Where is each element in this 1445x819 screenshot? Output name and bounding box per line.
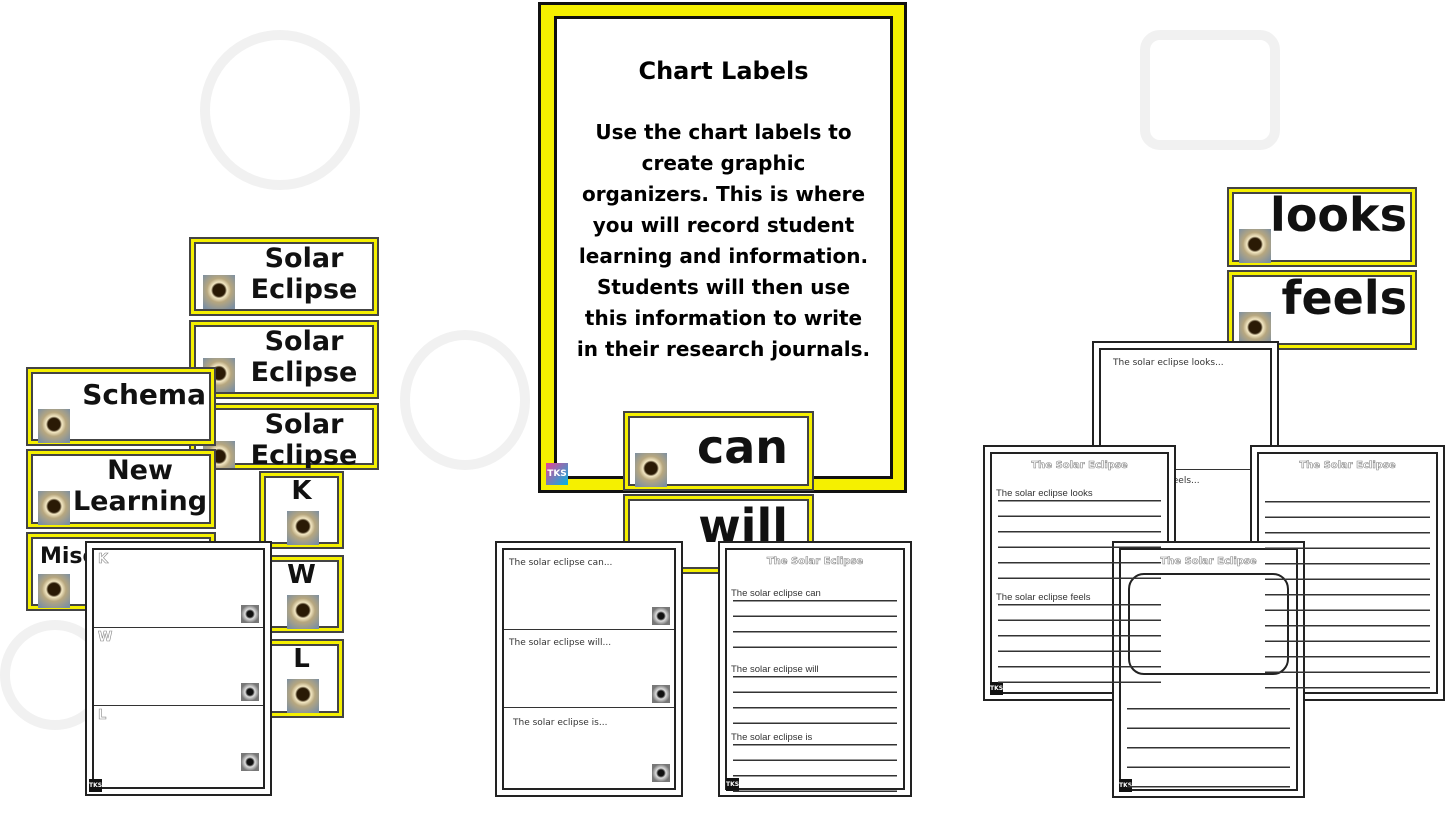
journal-prompt: The solar eclipse will bbox=[731, 664, 819, 675]
label-card-solar-eclipse: Solar Eclipse bbox=[189, 403, 379, 470]
writing-lines bbox=[1127, 690, 1290, 788]
background-doodle bbox=[400, 330, 530, 470]
draw-and-write-journal-page: The Solar Eclipse TKS bbox=[1112, 541, 1305, 798]
label-card-k: K bbox=[259, 471, 344, 549]
kwl-section-w: W bbox=[94, 628, 263, 706]
label-card-can: can bbox=[623, 411, 814, 491]
tks-logo: TKS bbox=[546, 463, 568, 485]
poster-body: Use the chart labels to create graphic o… bbox=[576, 120, 871, 361]
tks-logo: TKS bbox=[726, 778, 739, 791]
poster-title: Chart Labels bbox=[638, 57, 809, 85]
tks-logo: TKS bbox=[1119, 779, 1132, 792]
background-doodle bbox=[1140, 30, 1280, 150]
label-card-schema: Schema bbox=[26, 367, 216, 446]
eclipse-icon bbox=[38, 491, 70, 525]
label-card-looks: looks bbox=[1227, 187, 1417, 267]
drawing-box bbox=[1128, 573, 1289, 675]
label-card-solar-eclipse: Solar Eclipse bbox=[189, 237, 379, 316]
eclipse-icon bbox=[635, 453, 667, 487]
journal-prompt: The solar eclipse can bbox=[731, 588, 821, 599]
eclipse-icon bbox=[38, 409, 70, 443]
kwl-section-l: L bbox=[94, 706, 263, 787]
kwl-chart-sheet: K W L TKS bbox=[85, 541, 272, 796]
eclipse-icon bbox=[1239, 229, 1271, 263]
eclipse-icon bbox=[287, 679, 319, 713]
eclipse-icon bbox=[652, 685, 670, 703]
can-will-is-journal-page: The Solar Eclipse The solar eclipse can … bbox=[718, 541, 912, 797]
eclipse-icon bbox=[241, 753, 259, 771]
eclipse-icon bbox=[287, 511, 319, 545]
label-card-new-learning: New Learning bbox=[26, 449, 216, 529]
tks-logo: TKS bbox=[990, 682, 1003, 695]
eclipse-icon bbox=[241, 683, 259, 701]
label-card-feels: feels bbox=[1227, 270, 1417, 350]
journal-prompt: The solar eclipse looks bbox=[996, 488, 1093, 499]
background-doodle bbox=[200, 30, 360, 190]
eclipse-icon bbox=[241, 605, 259, 623]
eclipse-icon bbox=[38, 574, 70, 608]
eclipse-icon bbox=[652, 607, 670, 625]
kwl-section-k: K bbox=[94, 550, 263, 628]
eclipse-icon bbox=[287, 595, 319, 629]
journal-prompt: The solar eclipse feels bbox=[996, 592, 1091, 603]
eclipse-icon bbox=[652, 764, 670, 782]
tks-logo: TKS bbox=[89, 779, 102, 792]
eclipse-icon bbox=[203, 275, 235, 309]
label-card-solar-eclipse: Solar Eclipse bbox=[189, 320, 379, 399]
can-will-is-chart-sheet: The solar eclipse can... The solar eclip… bbox=[495, 541, 683, 797]
journal-prompt: The solar eclipse is bbox=[731, 732, 813, 743]
